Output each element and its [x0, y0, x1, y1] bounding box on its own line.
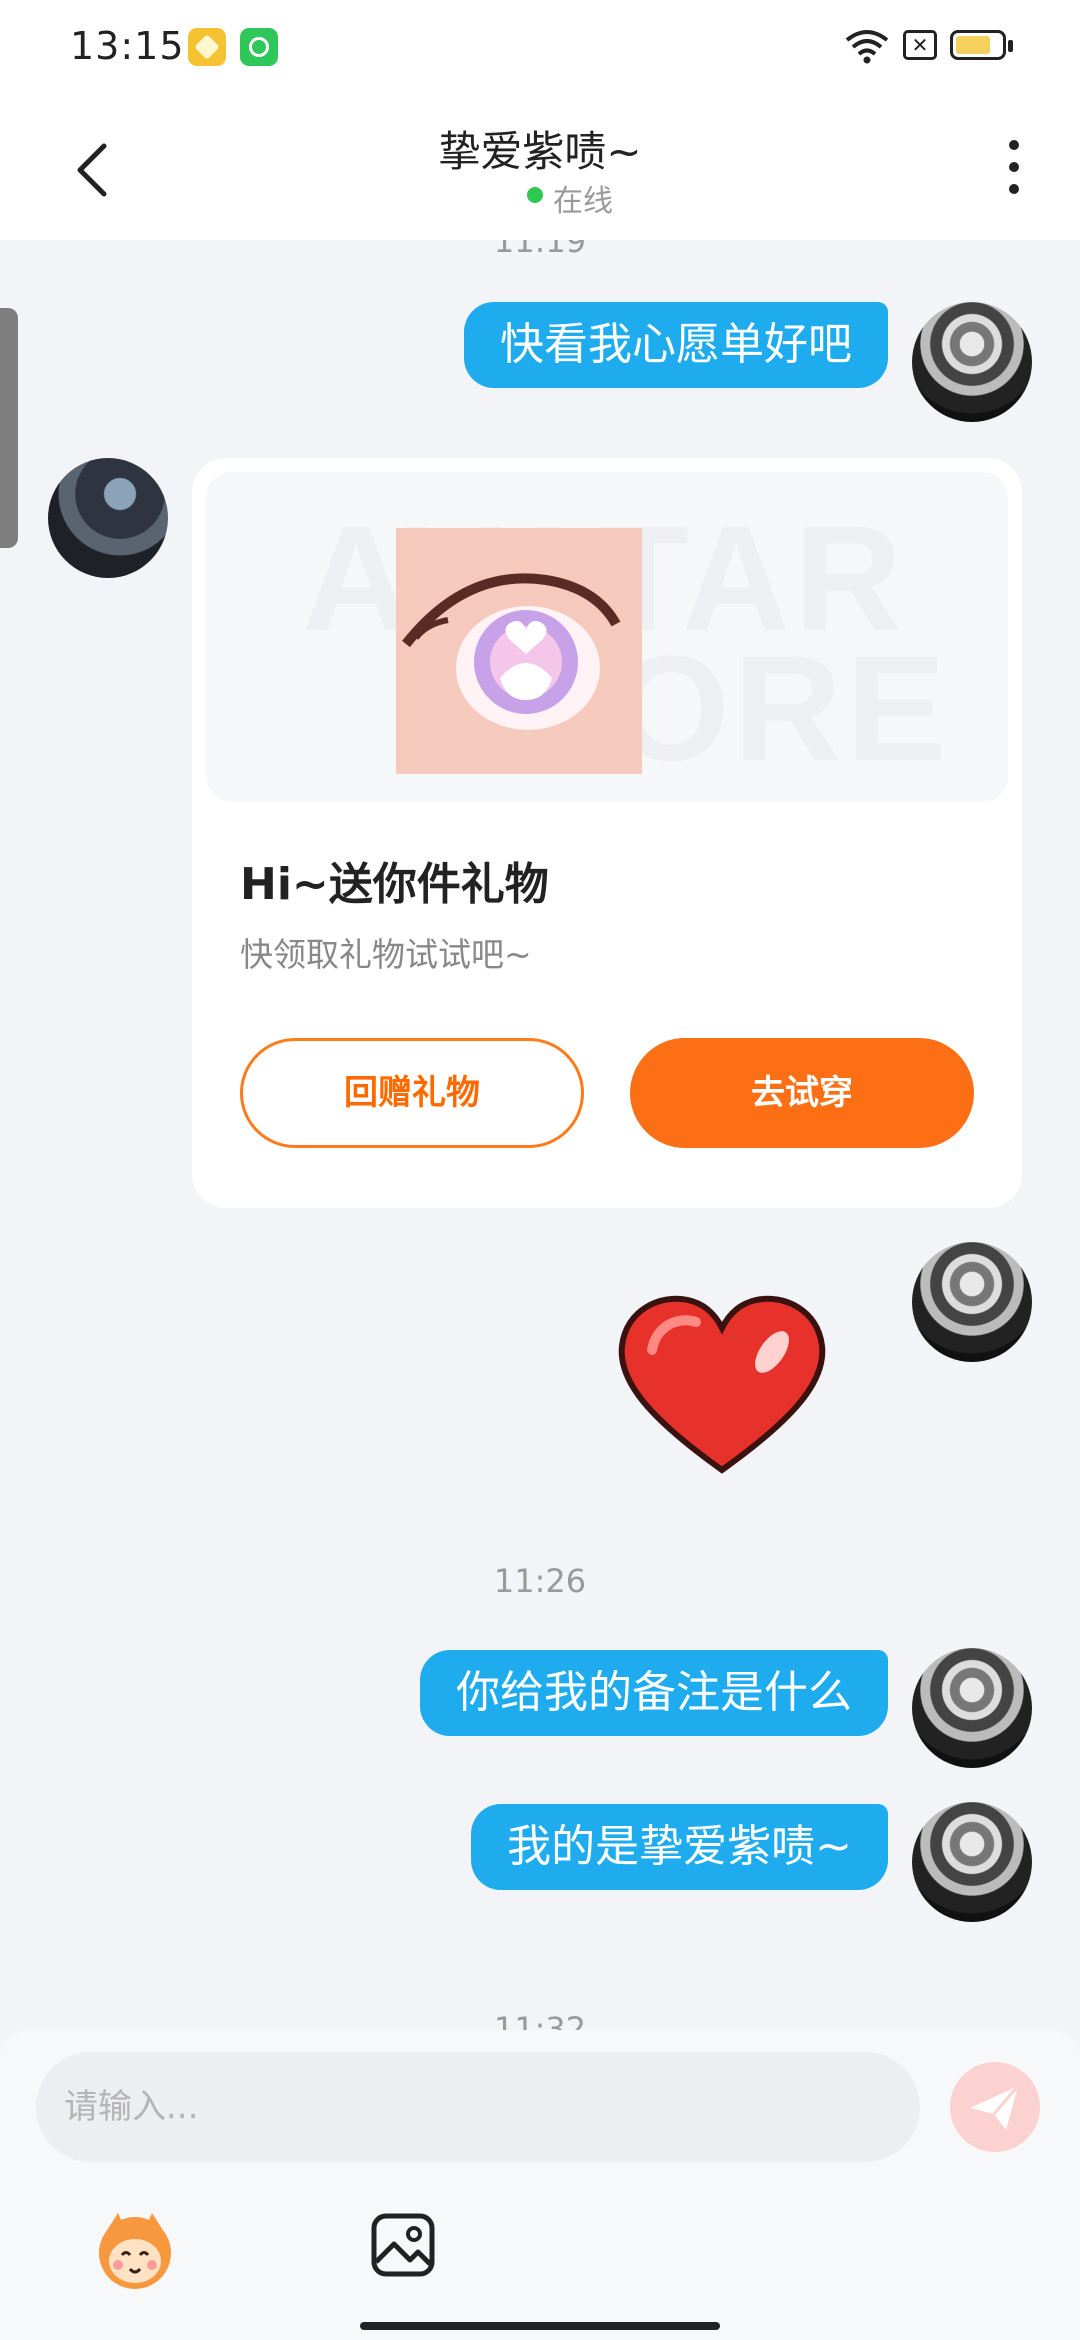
try-on-button[interactable]: 去试穿	[630, 1038, 974, 1148]
eye-icon	[402, 573, 621, 730]
gift-preview: AVATAR STORE	[206, 472, 1008, 802]
send-icon	[970, 2085, 1020, 2130]
my-avatar[interactable]	[912, 1802, 1032, 1922]
app-record-icon	[240, 28, 278, 66]
gift-card-subtitle: 快领取礼物试试吧~	[240, 935, 532, 974]
heart-sticker-icon[interactable]	[612, 1290, 832, 1480]
status-time: 13:15	[70, 24, 185, 68]
message-bubble[interactable]: 你给我的备注是什么	[420, 1650, 888, 1736]
timestamp: 11:32	[493, 2010, 587, 2030]
app-diamond-icon	[188, 28, 226, 66]
mascot-emoji-icon[interactable]	[90, 2205, 180, 2295]
my-avatar[interactable]	[912, 1242, 1032, 1362]
image-picker-icon[interactable]	[370, 2212, 436, 2278]
gift-card-title: Hi~送你件礼物	[240, 859, 549, 910]
return-gift-button[interactable]: 回赠礼物	[240, 1038, 584, 1148]
message-bubble[interactable]: 快看我心愿单好吧	[464, 302, 888, 388]
back-arrow-icon[interactable]	[72, 142, 112, 198]
eye-item-image	[396, 528, 642, 774]
timestamp: 11:26	[493, 1562, 587, 1600]
home-indicator[interactable]	[360, 2322, 720, 2330]
battery-icon	[950, 30, 1013, 60]
message-bubble[interactable]: 我的是挚爱紫啧~	[471, 1804, 888, 1890]
my-avatar[interactable]	[912, 1648, 1032, 1768]
sim-x-icon: ✕	[903, 30, 937, 60]
chat-title: 挚爱紫啧~	[438, 127, 642, 176]
online-dot-icon	[527, 187, 543, 203]
message-input[interactable]	[36, 2052, 920, 2162]
timestamp: 11:19	[493, 240, 587, 260]
wifi-icon	[845, 30, 889, 64]
gift-card[interactable]: AVATAR STORE Hi~送你件礼物 快领取礼物试试吧~ 回赠礼物 去试穿	[192, 458, 1022, 1208]
contact-avatar[interactable]	[48, 458, 168, 578]
my-avatar[interactable]	[912, 302, 1032, 422]
send-button[interactable]	[950, 2062, 1040, 2152]
online-status: 在线	[553, 184, 613, 219]
message-list[interactable]: 11:19 快看我心愿单好吧 AVATAR STORE Hi~送你件礼物 快	[0, 240, 1080, 2030]
more-options-icon[interactable]	[1002, 140, 1026, 200]
